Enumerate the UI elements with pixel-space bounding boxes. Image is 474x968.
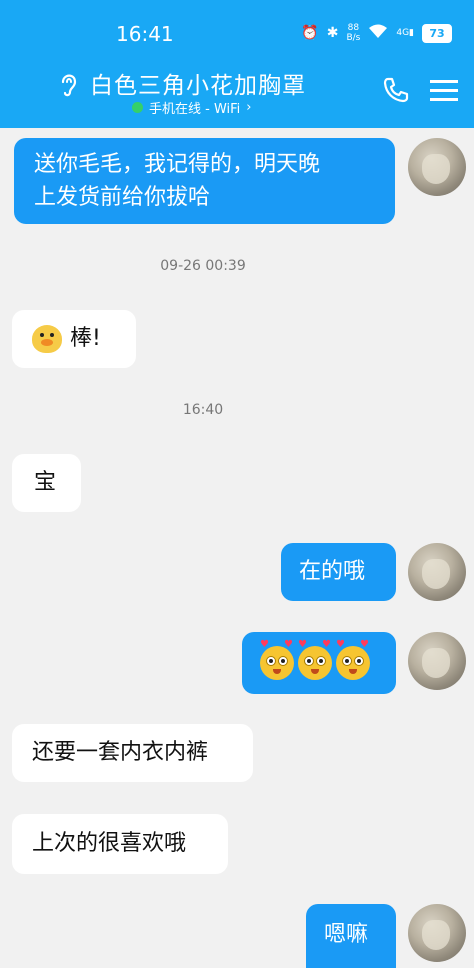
alarm-icon: ⏰ <box>301 25 319 41</box>
contact-name[interactable]: 白色三角小花加胸罩 <box>90 66 306 100</box>
clock: 16:41 <box>116 22 174 46</box>
menu-icon[interactable] <box>430 78 458 102</box>
message-bubble-outgoing[interactable]: 嗯嘛 <box>306 904 396 968</box>
network-speed: 88 B/s <box>346 23 361 43</box>
online-dot-icon <box>132 102 143 113</box>
message-bubble-incoming[interactable]: 上次的很喜欢哦 <box>12 814 228 874</box>
my-avatar[interactable] <box>408 904 466 962</box>
message-bubble-incoming[interactable]: 宝 <box>12 454 81 512</box>
my-avatar[interactable] <box>408 632 466 690</box>
heart-eyes-emoji-icon: ♥ ♥ <box>336 640 370 680</box>
chevron-right-icon: › <box>246 100 252 115</box>
wifi-icon <box>368 23 388 43</box>
cellular-icon: 4G▮ <box>396 28 414 38</box>
message-bubble-outgoing[interactable]: 在的哦 <box>281 543 396 601</box>
message-bubble-incoming[interactable]: 还要一套内衣内裤 <box>12 724 253 782</box>
phone-icon[interactable] <box>382 76 410 104</box>
message-bubble-outgoing[interactable]: 送你毛毛，我记得的，明天晚 上发货前给你拔哈 <box>14 138 395 224</box>
message-bubble-incoming[interactable]: 棒! <box>12 310 136 368</box>
ear-icon[interactable] <box>58 70 80 98</box>
my-avatar[interactable] <box>408 138 466 196</box>
battery-indicator: 73 <box>422 23 452 43</box>
heart-eyes-emoji-icon: ♥ ♥ <box>260 640 294 680</box>
chat-header: 16:41 ⏰ ✱ 88 B/s 4G▮ 73 白色三角小花加胸罩 手机在线 - … <box>0 0 474 128</box>
duck-emoji-icon <box>32 325 62 353</box>
status-bar: 16:41 ⏰ ✱ 88 B/s 4G▮ 73 <box>0 20 474 46</box>
message-timestamp: 16:40 <box>182 402 224 418</box>
heart-eyes-emoji-icon: ♥ ♥ <box>298 640 332 680</box>
online-status[interactable]: 手机在线 - WiFi › <box>132 98 251 117</box>
message-timestamp: 09-26 00:39 <box>160 258 246 274</box>
my-avatar[interactable] <box>408 543 466 601</box>
bluetooth-icon: ✱ <box>326 25 339 41</box>
message-bubble-outgoing-emoji[interactable]: ♥ ♥ ♥ ♥ ♥ ♥ <box>242 632 396 694</box>
status-icons: ⏰ ✱ 88 B/s 4G▮ 73 <box>301 20 452 46</box>
